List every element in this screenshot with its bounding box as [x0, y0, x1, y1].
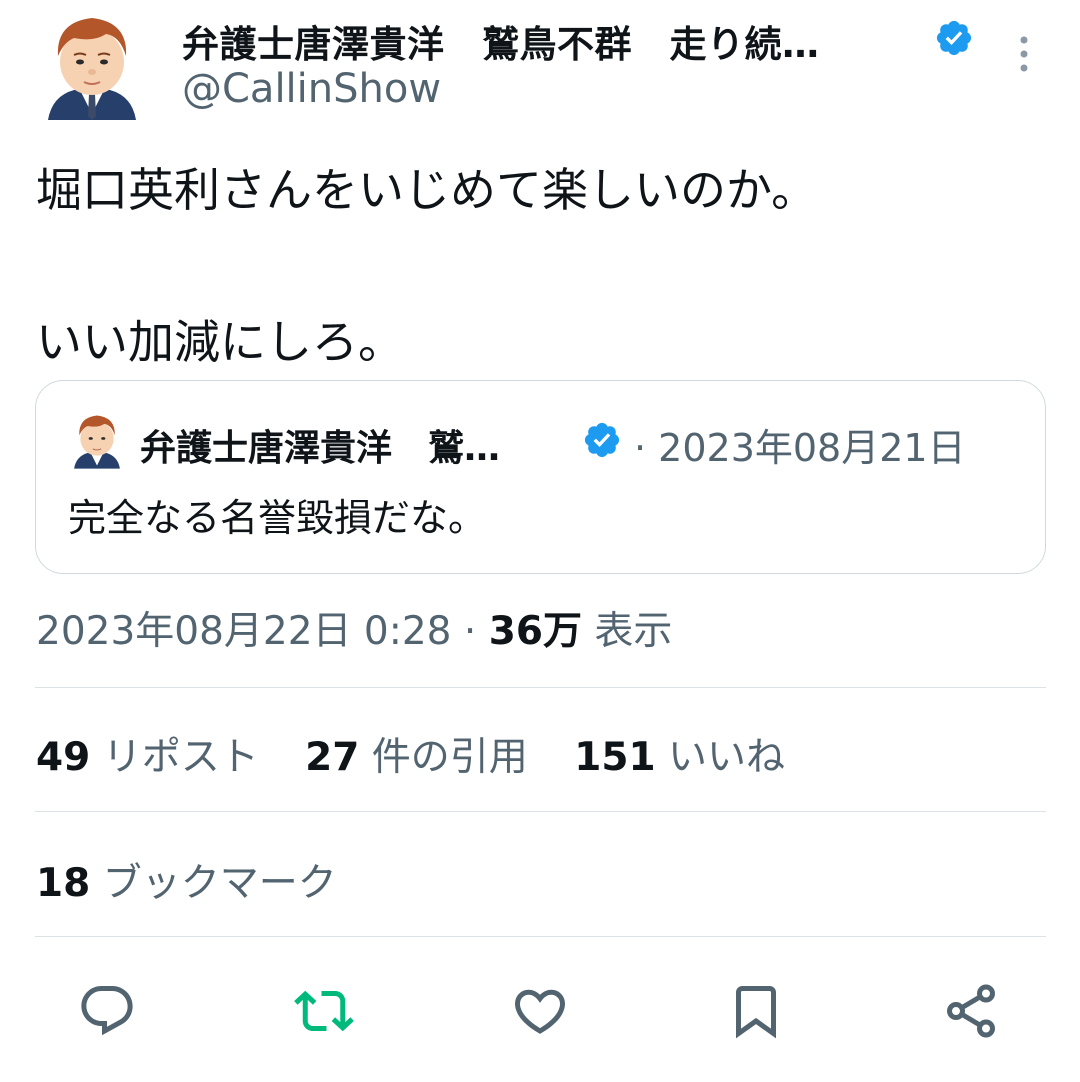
like-icon	[514, 989, 566, 1034]
bookmark-icon	[736, 986, 776, 1039]
action-bar	[0, 960, 1080, 1060]
engagement-stats: 49 リポスト 27 件の引用 151 いいね	[36, 726, 819, 782]
quoted-tweet-text: 完全なる名誉毀損だな。	[68, 496, 487, 540]
more-options-icon[interactable]	[1008, 30, 1040, 78]
share-icon	[947, 984, 995, 1038]
tweet-header: 弁護士唐澤貴洋 鷲鳥不群 走り続… @CallinShow	[0, 0, 1080, 140]
quoted-author-avatar	[72, 411, 122, 469]
author-avatar[interactable]	[44, 10, 140, 120]
reply-button[interactable]	[72, 976, 142, 1046]
views-count: 36万	[488, 609, 582, 654]
meta-separator: ·	[451, 609, 489, 654]
divider	[35, 936, 1046, 937]
divider	[35, 687, 1046, 688]
retweet-icon	[294, 990, 354, 1032]
quoted-author-name: 弁護士唐澤貴洋 鷲…	[140, 428, 501, 469]
quoted-tweet-date: · 2023年08月21日	[634, 426, 966, 470]
quotes-count: 27	[305, 735, 360, 780]
bookmarks-count: 18	[36, 861, 91, 906]
reposts-stat[interactable]: 49 リポスト	[36, 735, 259, 780]
share-button[interactable]	[936, 976, 1006, 1046]
author-handle[interactable]: @CallinShow	[182, 66, 441, 112]
bookmarks-stat[interactable]: 18 ブックマーク	[36, 852, 371, 908]
quoted-tweet-card[interactable]: 弁護士唐澤貴洋 鷲… · 2023年08月21日 完全なる名誉毀損だな。	[35, 380, 1046, 574]
divider	[35, 811, 1046, 812]
bookmark-button[interactable]	[721, 976, 791, 1046]
tweet-text: 堀口英利さんをいじめて楽しいのか。 いい加減にしろ。	[36, 163, 818, 369]
views-label: 表示	[594, 609, 673, 654]
reply-icon	[81, 986, 133, 1036]
likes-stat[interactable]: 151 いいね	[574, 735, 785, 780]
verified-badge-icon	[582, 420, 622, 460]
quotes-label: 件の引用	[371, 735, 528, 780]
author-name[interactable]: 弁護士唐澤貴洋 鷲鳥不群 走り続…	[182, 14, 820, 68]
tweet-meta: 2023年08月22日 0:28 · 36万 表示	[36, 600, 672, 656]
quotes-stat[interactable]: 27 件の引用	[305, 735, 528, 780]
tweet-timestamp[interactable]: 2023年08月22日 0:28	[36, 609, 451, 654]
likes-count: 151	[574, 735, 656, 780]
reposts-label: リポスト	[102, 735, 259, 780]
reposts-count: 49	[36, 735, 91, 780]
verified-badge-icon	[934, 18, 974, 58]
like-button[interactable]	[505, 976, 575, 1046]
retweet-button[interactable]	[289, 976, 359, 1046]
bookmarks-label: ブックマーク	[102, 861, 337, 906]
likes-label: いいね	[668, 735, 786, 780]
